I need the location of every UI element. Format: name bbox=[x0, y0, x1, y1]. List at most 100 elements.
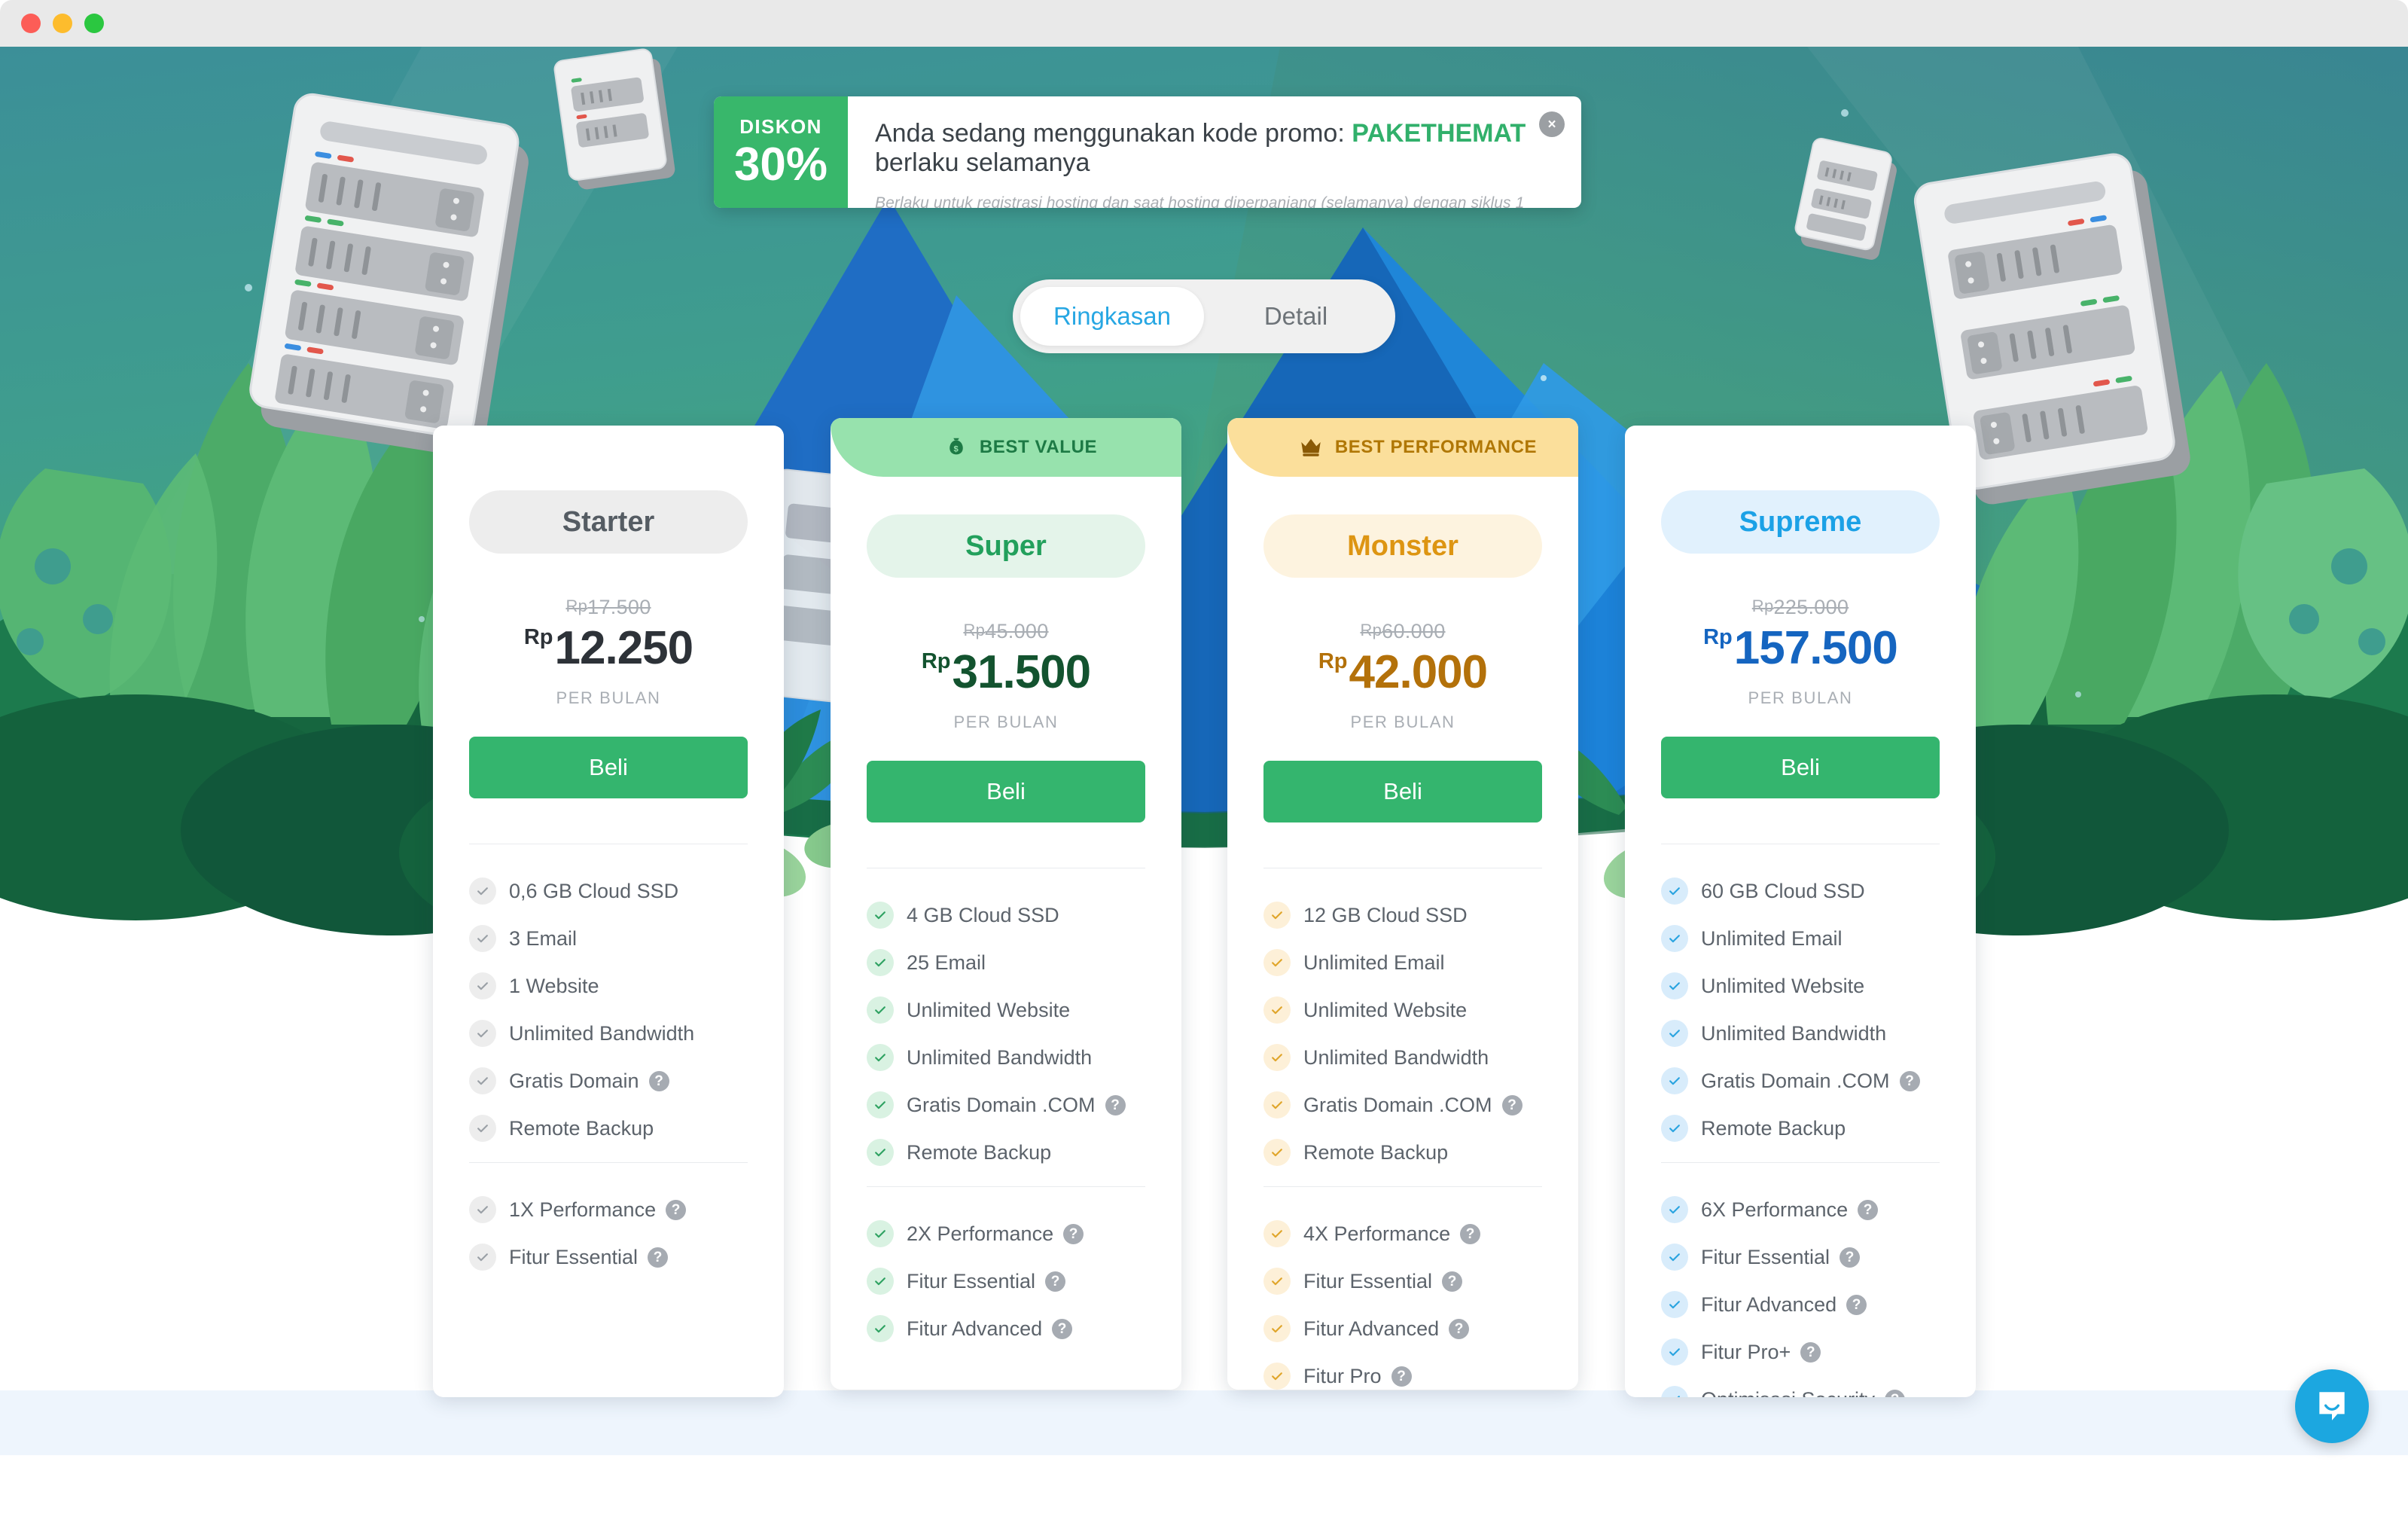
feature-check-icon bbox=[1263, 902, 1291, 929]
feature-label: 3 Email bbox=[509, 926, 578, 950]
help-icon[interactable]: ? bbox=[1052, 1318, 1073, 1339]
feature-check-icon bbox=[1263, 1363, 1291, 1390]
chat-launcher-button[interactable] bbox=[2295, 1369, 2369, 1443]
plan-original-price: Rp45.000 bbox=[963, 620, 1049, 642]
feature-label: 1X Performance bbox=[509, 1198, 657, 1221]
help-icon[interactable]: ? bbox=[648, 1247, 669, 1268]
feature-label: Unlimited Bandwidth bbox=[1303, 1045, 1489, 1069]
feature-label: Remote Backup bbox=[509, 1116, 654, 1140]
feature-check-icon bbox=[1263, 1315, 1291, 1342]
feature-item: Fitur Advanced? bbox=[867, 1315, 1145, 1342]
feature-item: Unlimited Website bbox=[1661, 972, 1940, 999]
plan-original-price: Rp17.500 bbox=[565, 596, 651, 618]
plan-billing-period: PER BULAN bbox=[1748, 688, 1853, 707]
plan-name-pill: Supreme bbox=[1661, 490, 1940, 554]
help-icon[interactable]: ? bbox=[1885, 1389, 1906, 1397]
feature-item: Unlimited Website bbox=[867, 996, 1145, 1024]
feature-label: Unlimited Website bbox=[1303, 998, 1468, 1021]
feature-check-icon bbox=[867, 1139, 894, 1166]
help-icon[interactable]: ? bbox=[648, 1070, 669, 1091]
feature-check-icon bbox=[469, 925, 496, 952]
help-icon[interactable]: ? bbox=[1045, 1271, 1066, 1292]
help-icon[interactable]: ? bbox=[1899, 1070, 1920, 1091]
feature-item: Fitur Essential? bbox=[1263, 1268, 1542, 1295]
feature-item: Fitur Essential? bbox=[867, 1268, 1145, 1295]
feature-check-icon bbox=[1661, 1338, 1688, 1366]
help-icon[interactable]: ? bbox=[1063, 1223, 1084, 1244]
feature-check-icon bbox=[1661, 1067, 1688, 1094]
help-icon[interactable]: ? bbox=[1442, 1271, 1463, 1292]
feature-check-icon bbox=[867, 996, 894, 1024]
pricing-card-starter: Starter Rp17.500 Rp12.250 PER BULAN Beli 0,6 … bbox=[433, 426, 784, 1397]
check-icon bbox=[1669, 1125, 1680, 1133]
window-close-button[interactable] bbox=[21, 14, 41, 33]
plan-billing-period: PER BULAN bbox=[1350, 713, 1455, 731]
feature-check-icon bbox=[1263, 1044, 1291, 1071]
window-titlebar bbox=[0, 0, 2408, 47]
help-icon[interactable]: ? bbox=[1858, 1199, 1879, 1220]
promo-code: PAKETHEMAT bbox=[1352, 119, 1526, 148]
feature-item: Unlimited Bandwidth bbox=[867, 1044, 1145, 1071]
feature-item: 0,6 GB Cloud SSD bbox=[469, 877, 748, 905]
feature-check-icon bbox=[469, 1244, 496, 1271]
promo-discount-badge: DISKON 30% bbox=[714, 96, 848, 208]
help-icon[interactable]: ? bbox=[1800, 1341, 1821, 1363]
promo-discount-label: DISKON bbox=[739, 114, 822, 138]
check-icon bbox=[1272, 1230, 1282, 1238]
feature-check-icon bbox=[1263, 1139, 1291, 1166]
feature-label: Fitur Pro bbox=[1303, 1364, 1382, 1387]
feature-check-icon bbox=[1661, 925, 1688, 952]
tab-detail[interactable]: Detail bbox=[1204, 287, 1388, 346]
plan-ribbon-badge: BEST PERFORMANCE bbox=[1227, 418, 1578, 477]
help-icon[interactable]: ? bbox=[1501, 1094, 1523, 1115]
feature-label: Optimisasi Security bbox=[1701, 1388, 1875, 1398]
plan-name-pill: Super bbox=[867, 514, 1145, 578]
feature-item: 4 GB Cloud SSD bbox=[867, 902, 1145, 929]
window-maximize-button[interactable] bbox=[84, 14, 104, 33]
feature-list-secondary: 2X Performance? Fitur Essential? Fitur Adv… bbox=[867, 1220, 1145, 1342]
buy-button[interactable]: Beli bbox=[469, 737, 748, 798]
feature-item: Unlimited Bandwidth bbox=[1661, 1020, 1940, 1047]
promo-discount-value: 30% bbox=[733, 138, 828, 191]
feature-item: Gratis Domain .COM? bbox=[867, 1091, 1145, 1118]
feature-check-icon bbox=[1263, 1220, 1291, 1247]
feature-item: Gratis Domain? bbox=[469, 1067, 748, 1094]
help-icon[interactable]: ? bbox=[1840, 1247, 1861, 1268]
plan-billing-period: PER BULAN bbox=[556, 688, 661, 707]
buy-button[interactable]: Beli bbox=[867, 761, 1145, 822]
feature-check-icon bbox=[867, 1268, 894, 1295]
plan-ribbon-label: BEST VALUE bbox=[979, 437, 1098, 457]
feature-label: Remote Backup bbox=[907, 1140, 1052, 1164]
feature-item: Remote Backup bbox=[1263, 1139, 1542, 1166]
plan-billing-period: PER BULAN bbox=[953, 713, 1059, 731]
help-icon[interactable]: ? bbox=[1391, 1366, 1412, 1387]
help-icon[interactable]: ? bbox=[1460, 1223, 1481, 1244]
help-icon[interactable]: ? bbox=[1449, 1318, 1470, 1339]
help-icon[interactable]: ? bbox=[1846, 1294, 1867, 1315]
plan-name-pill: Monster bbox=[1263, 514, 1542, 578]
feature-label: 0,6 GB Cloud SSD bbox=[509, 879, 679, 902]
buy-button[interactable]: Beli bbox=[1661, 737, 1940, 798]
feature-item: Fitur Essential? bbox=[469, 1244, 748, 1271]
tab-ringkasan[interactable]: Ringkasan bbox=[1020, 287, 1204, 346]
check-icon bbox=[875, 911, 885, 920]
help-icon[interactable]: ? bbox=[666, 1199, 687, 1220]
feature-list-primary: 4 GB Cloud SSD 25 Email Unlimited Website U… bbox=[867, 902, 1145, 1166]
window-minimize-button[interactable] bbox=[53, 14, 72, 33]
check-icon bbox=[1677, 1396, 1680, 1397]
check-icon bbox=[477, 1077, 488, 1085]
feature-label: Fitur Advanced bbox=[1303, 1317, 1440, 1340]
check-icon bbox=[1669, 1253, 1680, 1262]
check-icon bbox=[1669, 1348, 1680, 1357]
close-icon[interactable]: × bbox=[1539, 111, 1565, 137]
check-icon bbox=[875, 1230, 885, 1238]
buy-button[interactable]: Beli bbox=[1263, 761, 1542, 822]
promo-banner: DISKON 30% Anda sedang menggunakan kode … bbox=[714, 96, 1581, 208]
help-icon[interactable]: ? bbox=[1105, 1094, 1126, 1115]
check-icon bbox=[1669, 935, 1680, 943]
check-icon bbox=[1669, 1206, 1680, 1214]
feature-item: 1X Performance? bbox=[469, 1196, 748, 1223]
plan-current-price: Rp42.000 bbox=[1318, 646, 1488, 698]
feature-check-icon bbox=[1661, 1020, 1688, 1047]
feature-item: Remote Backup bbox=[867, 1139, 1145, 1166]
